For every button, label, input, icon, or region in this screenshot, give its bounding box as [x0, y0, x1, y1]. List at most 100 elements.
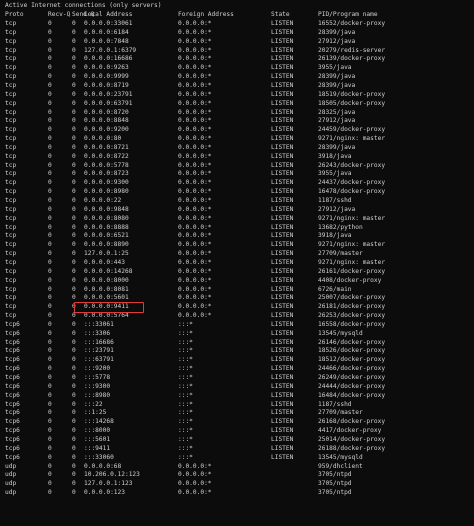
proto-cell: udp	[5, 480, 17, 488]
state-cell: LISTEN	[271, 179, 294, 187]
state-cell: LISTEN	[271, 46, 294, 54]
proto-cell: tcp	[5, 161, 17, 169]
state-cell: LISTEN	[271, 258, 294, 266]
foreign-address-cell: :::*	[178, 427, 193, 435]
proto-cell: tcp6	[5, 453, 20, 461]
foreign-address-cell: 0.0.0.0:*	[178, 462, 212, 470]
recv-q-cell: 0	[48, 64, 52, 72]
proto-cell: tcp6	[5, 382, 20, 390]
foreign-address-cell: 0.0.0.0:*	[178, 161, 212, 169]
foreign-address-cell: 0.0.0.0:*	[178, 28, 212, 36]
proto-cell: tcp	[5, 250, 17, 258]
local-address-cell: 0.0.0.0:8000	[84, 276, 129, 284]
send-q-cell: 0	[72, 427, 76, 435]
state-cell: LISTEN	[271, 81, 294, 89]
foreign-address-cell: 0.0.0.0:*	[178, 285, 212, 293]
state-cell: LISTEN	[271, 55, 294, 63]
proto-cell: tcp	[5, 81, 17, 89]
local-address-cell: 0.0.0.0:5778	[84, 161, 129, 169]
foreign-address-cell: :::*	[178, 435, 193, 443]
recv-q-cell: 0	[48, 188, 52, 196]
recv-q-cell: 0	[48, 427, 52, 435]
send-q-cell: 0	[72, 365, 76, 373]
recv-q-cell: 0	[48, 400, 52, 408]
foreign-address-cell: 0.0.0.0:*	[178, 152, 212, 160]
pid-program-cell: 16478/docker-proxy	[318, 188, 386, 196]
local-address-cell: :::9200	[84, 365, 111, 373]
pid-program-cell: 18519/docker-proxy	[318, 90, 386, 98]
header-local-address: Local Address	[84, 11, 133, 18]
local-address-cell: 127.0.0.1:6379	[84, 46, 137, 54]
pid-program-cell: 27912/java	[318, 205, 356, 213]
pid-program-cell: 9271/nginx: master	[318, 135, 386, 143]
foreign-address-cell: 0.0.0.0:*	[178, 223, 212, 231]
proto-cell: tcp6	[5, 338, 20, 346]
recv-q-cell: 0	[48, 285, 52, 293]
pid-program-cell: 1187/sshd	[318, 197, 352, 204]
state-cell: LISTEN	[271, 205, 294, 213]
pid-program-cell: 3705/ntpd	[318, 480, 352, 488]
send-q-cell: 0	[72, 453, 76, 461]
local-address-cell: 0.0.0.0:6521	[84, 232, 129, 240]
recv-q-cell: 0	[48, 55, 52, 63]
pid-program-cell: 9271/nginx: master	[318, 258, 386, 266]
proto-cell: udp	[5, 462, 17, 470]
send-q-cell: 0	[72, 267, 76, 275]
pid-program-cell: 27912/java	[318, 37, 356, 45]
state-cell: LISTEN	[271, 312, 294, 320]
pid-program-cell: 9271/nginx: master	[318, 241, 386, 249]
proto-cell: tcp	[5, 294, 17, 302]
state-cell: LISTEN	[271, 28, 294, 36]
send-q-cell: 0	[72, 214, 76, 222]
foreign-address-cell: 0.0.0.0:*	[178, 232, 212, 240]
local-address-cell: 127.0.0.1:25	[84, 250, 129, 258]
foreign-address-cell: 0.0.0.0:*	[178, 312, 212, 320]
state-cell: LISTEN	[271, 117, 294, 125]
local-address-cell: :::8980	[84, 391, 111, 399]
send-q-cell: 0	[72, 152, 76, 160]
proto-cell: tcp6	[5, 444, 20, 452]
local-address-cell: 0.0.0.0:23791	[84, 90, 133, 98]
recv-q-cell: 0	[48, 444, 52, 452]
state-cell: LISTEN	[271, 37, 294, 45]
foreign-address-cell: 0.0.0.0:*	[178, 294, 212, 302]
recv-q-cell: 0	[48, 20, 52, 27]
state-cell: LISTEN	[271, 73, 294, 81]
local-address-cell: :::33060	[84, 453, 114, 461]
recv-q-cell: 0	[48, 73, 52, 81]
recv-q-cell: 0	[48, 267, 52, 275]
foreign-address-cell: 0.0.0.0:*	[178, 471, 212, 479]
send-q-cell: 0	[72, 435, 76, 443]
send-q-cell: 0	[72, 55, 76, 63]
send-q-cell: 0	[72, 81, 76, 89]
state-cell: LISTEN	[271, 444, 294, 452]
send-q-cell: 0	[72, 320, 76, 328]
header-recv-q: Recv-Q	[48, 11, 71, 18]
local-address-cell: 0.0.0.0:16686	[84, 55, 133, 63]
local-address-cell: 0.0.0.0:8980	[84, 188, 129, 196]
state-cell: LISTEN	[271, 276, 294, 284]
highlight-box	[74, 302, 144, 313]
local-address-cell: :::22	[84, 400, 103, 408]
proto-cell: tcp	[5, 46, 17, 54]
foreign-address-cell: 0.0.0.0:*	[178, 90, 212, 98]
local-address-cell: :::9411	[84, 444, 111, 452]
header-proto: Proto	[5, 11, 24, 18]
send-q-cell: 0	[72, 37, 76, 45]
send-q-cell: 0	[72, 276, 76, 284]
local-address-cell: 0.0.0.0:9200	[84, 126, 129, 134]
foreign-address-cell: :::*	[178, 444, 193, 452]
foreign-address-cell: 0.0.0.0:*	[178, 250, 212, 258]
foreign-address-cell: :::*	[178, 320, 193, 328]
local-address-cell: 0.0.0.0:9999	[84, 73, 129, 81]
send-q-cell: 0	[72, 205, 76, 213]
local-address-cell: 0.0.0.0:14268	[84, 267, 133, 275]
proto-cell: tcp6	[5, 435, 20, 443]
state-cell: LISTEN	[271, 356, 294, 364]
pid-program-cell: 28399/java	[318, 28, 356, 36]
local-address-cell: 10.206.0.12:123	[84, 471, 140, 479]
foreign-address-cell: :::*	[178, 338, 193, 346]
send-q-cell: 0	[72, 347, 76, 355]
pid-program-cell: 3705/ntpd	[318, 471, 352, 479]
pid-program-cell: 16552/docker-proxy	[318, 20, 386, 27]
